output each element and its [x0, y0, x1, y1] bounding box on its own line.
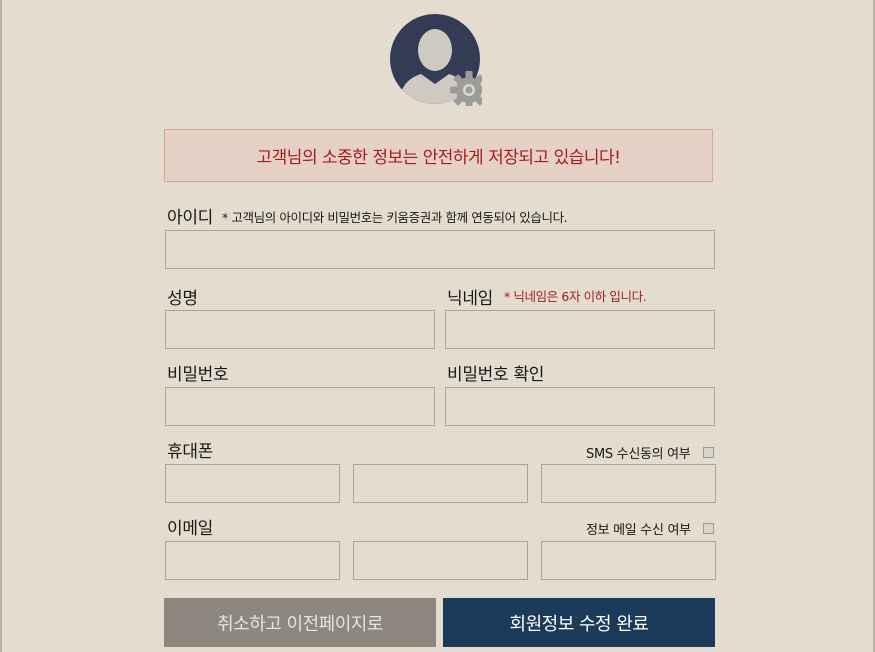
email-part2-input[interactable] [353, 541, 528, 580]
sms-consent-checkbox[interactable] [703, 447, 714, 458]
email-consent-label: 정보 메일 수신 여부 [586, 523, 691, 538]
phone-part1-input[interactable] [165, 464, 340, 503]
name-label: 성명 [167, 289, 198, 309]
id-label: 아이디 [167, 208, 214, 228]
email-part3-input[interactable] [541, 541, 716, 580]
submit-button[interactable]: 회원정보 수정 완료 [443, 598, 715, 647]
sms-consent-label: SMS 수신동의 여부 [586, 447, 691, 462]
security-notice-banner: 고객님의 소중한 정보는 안전하게 저장되고 있습니다! [164, 129, 713, 182]
password-confirm-label: 비밀번호 확인 [447, 365, 545, 385]
id-hint: * 고객님의 아이디와 비밀번호는 키움증권과 함께 연동되어 있습니다. [222, 210, 568, 225]
name-input[interactable] [165, 310, 435, 349]
nickname-input[interactable] [445, 310, 715, 349]
email-consent-checkbox[interactable] [703, 523, 714, 534]
phone-part3-input[interactable] [541, 464, 716, 503]
user-settings-icon [390, 14, 482, 106]
password-input[interactable] [165, 387, 435, 426]
email-label: 이메일 [167, 519, 214, 539]
nickname-label: 닉네임 [447, 289, 494, 309]
email-part1-input[interactable] [165, 541, 340, 580]
nickname-hint: * 닉네임은 6자 이하 입니다. [504, 289, 647, 304]
id-input[interactable] [165, 230, 715, 269]
password-label: 비밀번호 [167, 365, 229, 385]
password-confirm-input[interactable] [445, 387, 715, 426]
phone-label: 휴대폰 [167, 442, 214, 462]
cancel-button[interactable]: 취소하고 이전페이지로 [164, 598, 436, 647]
window-left-edge [0, 0, 2, 652]
phone-part2-input[interactable] [353, 464, 528, 503]
